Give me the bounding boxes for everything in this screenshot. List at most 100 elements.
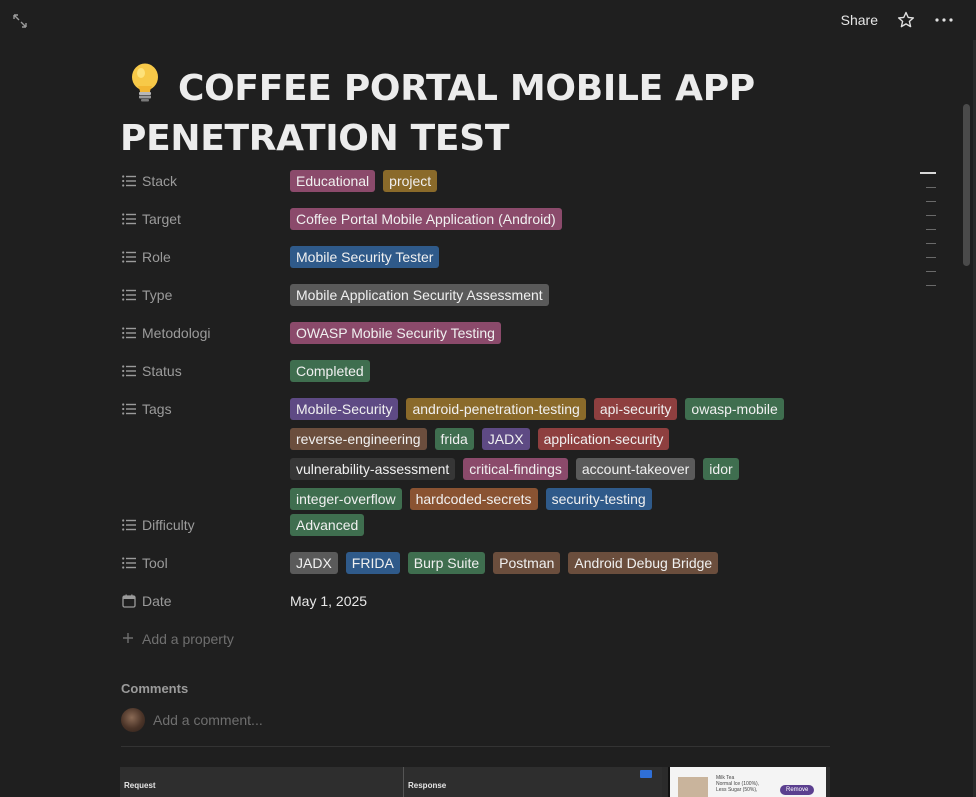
- tag-chip[interactable]: reverse-engineering: [290, 428, 427, 450]
- comment-composer: Add a comment...: [121, 708, 263, 732]
- comments-heading: Comments: [121, 681, 189, 696]
- topbar-actions: Share: [841, 10, 954, 30]
- star-icon[interactable]: [896, 10, 916, 30]
- tag-chip[interactable]: vulnerability-assessment: [290, 458, 456, 480]
- property-label[interactable]: Type: [120, 280, 290, 310]
- date-value[interactable]: May 1, 2025: [290, 586, 367, 612]
- property-label-text: Metodologi: [142, 325, 211, 341]
- tag-chip[interactable]: Mobile Application Security Assessment: [290, 284, 549, 306]
- tag-chip[interactable]: critical-findings: [463, 458, 568, 480]
- tag-chip[interactable]: Completed: [290, 360, 370, 382]
- tag-chip[interactable]: Mobile-Security: [290, 398, 399, 420]
- list-icon: [122, 288, 136, 302]
- tag-chip[interactable]: frida: [434, 428, 474, 450]
- property-value[interactable]: Mobile Security Tester: [290, 242, 840, 268]
- tag-chip[interactable]: security-testing: [545, 488, 652, 510]
- property-value[interactable]: Advanced: [290, 510, 840, 536]
- property-row-target: Target Coffee Portal Mobile Application (…: [120, 204, 840, 242]
- tag-chip[interactable]: Mobile Security Tester: [290, 246, 440, 268]
- pause-icon: [640, 770, 652, 778]
- property-value[interactable]: OWASP Mobile Security Testing: [290, 318, 840, 344]
- tag-chip[interactable]: FRIDA: [345, 552, 400, 574]
- tag-chip[interactable]: Educational: [290, 170, 376, 192]
- tag-chip[interactable]: account-takeover: [575, 458, 696, 480]
- tag-chip[interactable]: integer-overflow: [290, 488, 402, 510]
- property-label[interactable]: Target: [120, 204, 290, 234]
- tag-chip[interactable]: android-penetration-testing: [406, 398, 586, 420]
- property-label[interactable]: Tool: [120, 548, 290, 578]
- property-label[interactable]: Date: [120, 586, 290, 616]
- property-value[interactable]: Educational project: [290, 166, 840, 192]
- properties-panel: Stack Educational project Target Coffee Port…: [120, 166, 840, 654]
- property-label[interactable]: Status: [120, 356, 290, 386]
- tag-chip[interactable]: Burp Suite: [407, 552, 486, 574]
- lightbulb-icon[interactable]: [128, 62, 168, 115]
- property-label-text: Difficulty: [142, 517, 195, 533]
- property-label[interactable]: Difficulty: [120, 510, 290, 540]
- property-label[interactable]: Tags: [120, 394, 290, 424]
- embedded-screenshot[interactable]: Request Response Milk Tea Normal Ice (10…: [120, 767, 830, 797]
- request-pane: Request: [120, 767, 404, 797]
- tag-chip[interactable]: OWASP Mobile Security Testing: [290, 322, 501, 344]
- tag-chip[interactable]: JADX: [290, 552, 338, 574]
- tag-chip[interactable]: Advanced: [290, 514, 365, 536]
- property-label-text: Role: [142, 249, 171, 265]
- scrollbar[interactable]: [963, 100, 970, 797]
- scrollbar-thumb[interactable]: [963, 104, 970, 266]
- page-outline[interactable]: [920, 172, 940, 299]
- add-property-button[interactable]: Add a property: [120, 624, 840, 654]
- list-icon: [122, 212, 136, 226]
- property-value[interactable]: Coffee Portal Mobile Application (Androi…: [290, 204, 840, 230]
- tag-chip[interactable]: JADX: [481, 428, 530, 450]
- property-label-text: Stack: [142, 173, 178, 189]
- tag-chip[interactable]: Coffee Portal Mobile Application (Androi…: [290, 208, 562, 230]
- property-value[interactable]: Completed: [290, 356, 840, 382]
- tag-chip[interactable]: idor: [703, 458, 739, 480]
- list-icon: [122, 250, 136, 264]
- property-label-text: Status: [142, 363, 182, 379]
- tag-chip[interactable]: application-security: [537, 428, 670, 450]
- property-row-tags: Tags Mobile-Security android-penetration-t…: [120, 394, 840, 510]
- list-icon: [122, 556, 136, 570]
- notion-page: Share COFFEE PORTAL MOBILE APP PENETRATI…: [0, 0, 976, 797]
- property-label-text: Type: [142, 287, 173, 303]
- tag-chip[interactable]: hardcoded-secrets: [409, 488, 538, 510]
- property-value[interactable]: Mobile-Security android-penetration-testi…: [290, 394, 840, 510]
- property-label-text: Tags: [142, 401, 172, 417]
- calendar-icon: [122, 594, 136, 608]
- product-image: [678, 777, 708, 797]
- property-label-text: Date: [142, 593, 172, 609]
- tag-chip[interactable]: api-security: [593, 398, 678, 420]
- more-options-icon[interactable]: [934, 10, 954, 30]
- property-value[interactable]: Mobile Application Security Assessment: [290, 280, 840, 306]
- list-icon: [122, 174, 136, 188]
- property-row-date: Date May 1, 2025: [120, 586, 840, 624]
- list-icon: [122, 326, 136, 340]
- property-row-tool: Tool JADX FRIDA Burp Suite Postman Android De…: [120, 548, 840, 586]
- property-label[interactable]: Role: [120, 242, 290, 272]
- page-title-text: COFFEE PORTAL MOBILE APP PENETRATION TES…: [120, 68, 755, 159]
- page-header: COFFEE PORTAL MOBILE APP PENETRATION TES…: [120, 62, 820, 163]
- property-label-text: Tool: [142, 555, 168, 571]
- tag-chip[interactable]: Postman: [493, 552, 561, 574]
- property-label[interactable]: Metodologi: [120, 318, 290, 348]
- property-value[interactable]: JADX FRIDA Burp Suite Postman Android Debug …: [290, 548, 840, 574]
- property-row-metodologi: Metodologi OWASP Mobile Security Testing: [120, 318, 840, 356]
- request-label: Request: [124, 781, 156, 790]
- list-icon: [122, 364, 136, 378]
- response-pane: Response: [404, 767, 662, 797]
- property-label[interactable]: Stack: [120, 166, 290, 196]
- share-button[interactable]: Share: [841, 12, 878, 28]
- remove-button: Remove: [780, 785, 815, 795]
- tag-chip[interactable]: owasp-mobile: [685, 398, 784, 420]
- list-icon: [122, 402, 136, 416]
- tag-chip[interactable]: Android Debug Bridge: [568, 552, 719, 574]
- product-text: Milk Tea Normal Ice (100%), Less Sugar (…: [716, 775, 760, 793]
- expand-icon[interactable]: [13, 14, 27, 28]
- phone-screen: Milk Tea Normal Ice (100%), Less Sugar (…: [668, 767, 826, 797]
- comment-input[interactable]: Add a comment...: [153, 712, 263, 728]
- page-title[interactable]: COFFEE PORTAL MOBILE APP PENETRATION TES…: [120, 62, 820, 163]
- add-property-label: Add a property: [142, 631, 234, 647]
- property-label-text: Target: [142, 211, 181, 227]
- tag-chip[interactable]: project: [383, 170, 438, 192]
